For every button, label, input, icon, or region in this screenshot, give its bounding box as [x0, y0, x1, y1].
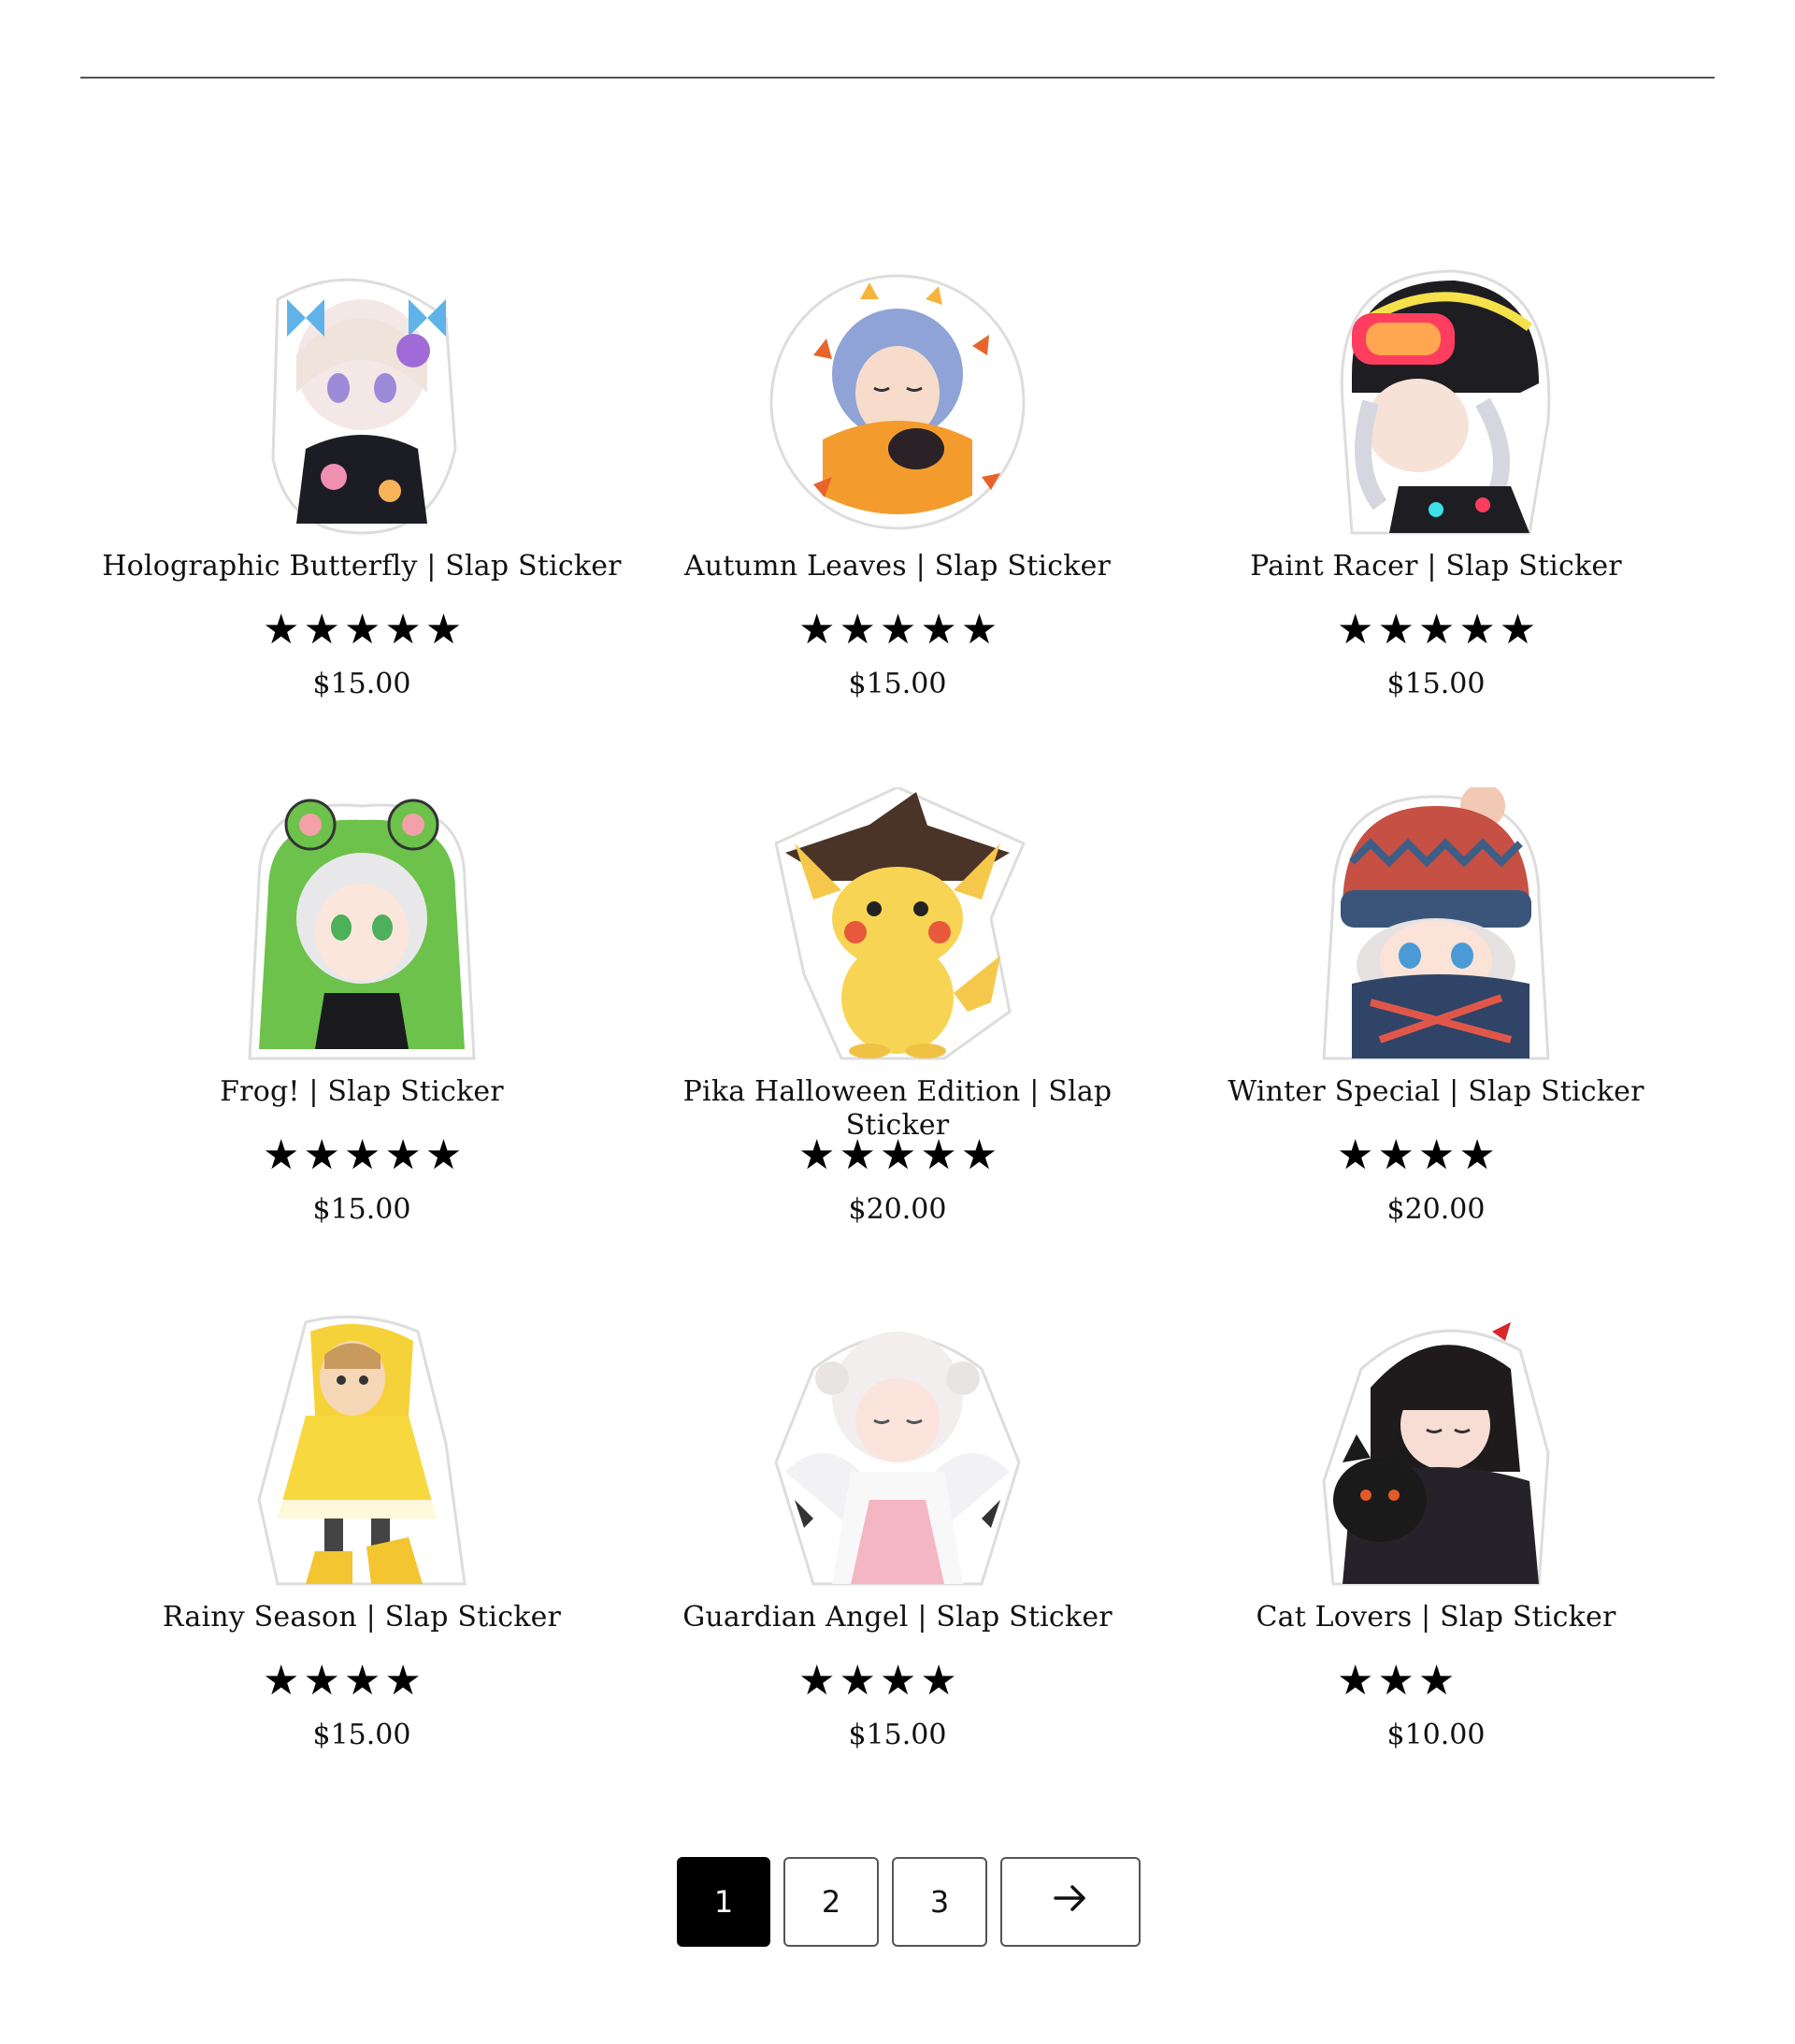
rating-stars: ★★★★★ [263, 606, 467, 654]
product-card[interactable]: Pika Halloween Edition | Slap Sticker ★★… [636, 787, 1159, 1274]
product-grid: Holographic Butterfly | Slap Sticker ★★★… [0, 0, 1795, 1777]
product-card[interactable]: Cat Lovers | Slap Sticker ★★★ $10.00 [1174, 1313, 1698, 1799]
product-price: $15.00 [848, 1719, 947, 1751]
product-image-frog[interactable] [222, 787, 502, 1068]
page-button-1[interactable]: 1 [677, 1857, 770, 1947]
rating-stars: ★★★★ [1337, 1131, 1500, 1179]
product-card[interactable]: Winter Special | Slap Sticker ★★★★ $20.0… [1174, 787, 1698, 1274]
product-title[interactable]: Cat Lovers | Slap Sticker [1174, 1601, 1698, 1634]
product-card[interactable]: Frog! | Slap Sticker ★★★★★ $15.00 [100, 787, 624, 1274]
page-button-2[interactable]: 2 [783, 1857, 879, 1947]
page-button-3[interactable]: 3 [892, 1857, 987, 1947]
product-price: $15.00 [312, 668, 411, 700]
product-image-guardian-angel[interactable] [757, 1313, 1038, 1593]
next-page-button[interactable] [1000, 1857, 1141, 1947]
product-price: $15.00 [1386, 668, 1486, 700]
product-title[interactable]: Winter Special | Slap Sticker [1174, 1075, 1698, 1109]
product-title[interactable]: Paint Racer | Slap Sticker [1174, 550, 1698, 583]
rating-stars: ★★★★★ [798, 1131, 1002, 1179]
product-card[interactable]: Autumn Leaves | Slap Sticker ★★★★★ $15.0… [636, 262, 1159, 748]
rating-stars: ★★★ [1337, 1657, 1459, 1705]
product-image-pika-halloween[interactable] [757, 787, 1038, 1068]
product-card[interactable]: Rainy Season | Slap Sticker ★★★★ $15.00 [100, 1313, 624, 1799]
rating-stars: ★★★★★ [263, 1131, 467, 1179]
product-image-rainy-season[interactable] [222, 1313, 502, 1593]
product-price: $15.00 [848, 668, 947, 700]
product-image-winter-special[interactable] [1296, 787, 1576, 1068]
rating-stars: ★★★★ [263, 1657, 425, 1705]
product-image-paint-racer[interactable] [1296, 262, 1576, 542]
product-price: $20.00 [848, 1193, 947, 1226]
rating-stars: ★★★★★ [798, 606, 1002, 654]
product-card[interactable]: Holographic Butterfly | Slap Sticker ★★★… [100, 262, 624, 748]
product-image-cat-lovers[interactable] [1296, 1313, 1576, 1593]
rating-stars: ★★★★★ [1337, 606, 1541, 654]
product-price: $20.00 [1386, 1193, 1486, 1226]
rating-stars: ★★★★ [798, 1657, 961, 1705]
product-title[interactable]: Holographic Butterfly | Slap Sticker [100, 550, 624, 583]
arrow-right-icon [1050, 1878, 1091, 1926]
product-title[interactable]: Guardian Angel | Slap Sticker [636, 1601, 1159, 1634]
product-price: $10.00 [1386, 1719, 1486, 1751]
product-price: $15.00 [312, 1193, 411, 1226]
product-card[interactable]: Guardian Angel | Slap Sticker ★★★★ $15.0… [636, 1313, 1159, 1799]
product-image-autumn-leaves[interactable] [757, 262, 1038, 542]
product-title[interactable]: Autumn Leaves | Slap Sticker [636, 550, 1159, 583]
product-card[interactable]: Paint Racer | Slap Sticker ★★★★★ $15.00 [1174, 262, 1698, 748]
product-price: $15.00 [312, 1719, 411, 1751]
product-image-holographic-butterfly[interactable] [222, 262, 502, 542]
product-title[interactable]: Rainy Season | Slap Sticker [100, 1601, 624, 1634]
product-title[interactable]: Frog! | Slap Sticker [100, 1075, 624, 1109]
